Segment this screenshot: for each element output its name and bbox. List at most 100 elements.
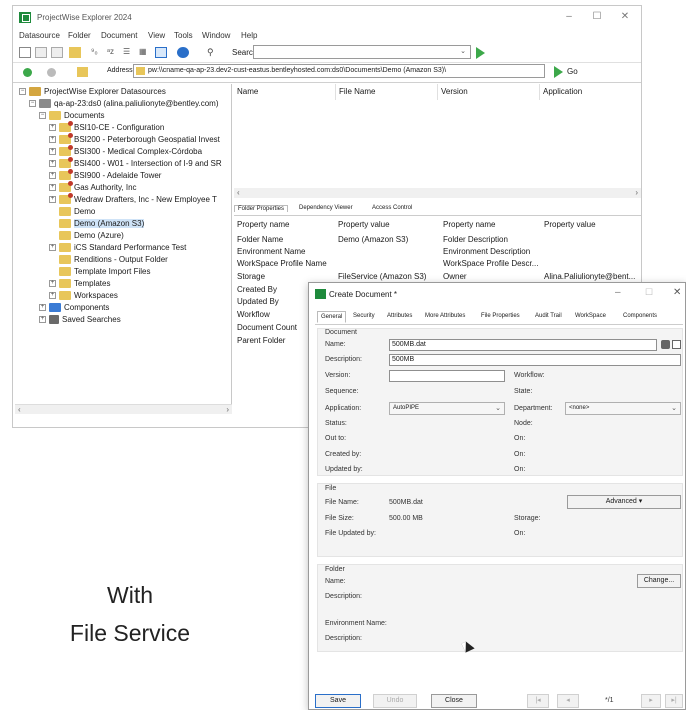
tab-workspace[interactable]: WorkSpace xyxy=(573,313,608,319)
tree-item[interactable]: + BSI400 - W01 - Intersection of I-9 and … xyxy=(49,157,222,170)
checkbox[interactable] xyxy=(672,340,681,349)
tree-item[interactable]: + BSI900 - Adelaide Tower xyxy=(49,169,161,182)
column-header-name[interactable]: Name xyxy=(234,84,336,100)
menu-document[interactable]: Document xyxy=(101,31,137,40)
description-input[interactable]: 500MB xyxy=(389,354,681,366)
tree-item[interactable]: Renditions - Output Folder xyxy=(59,254,168,266)
tree-item[interactable]: + Templates xyxy=(49,278,110,290)
version-input[interactable] xyxy=(389,370,505,382)
menu-folder[interactable]: Folder xyxy=(68,31,91,40)
scroll-left-icon[interactable]: ‹ xyxy=(237,188,240,197)
binoculars-icon[interactable]: ⚲ xyxy=(207,47,219,58)
column-header-version[interactable]: Version xyxy=(438,84,540,100)
new-icon[interactable] xyxy=(19,47,31,58)
go-arrow-icon[interactable] xyxy=(554,66,563,78)
tree-saved-searches[interactable]: + Saved Searches xyxy=(39,314,121,326)
tab-dependency-viewer[interactable]: Dependency Viewer xyxy=(296,205,356,211)
prop-value: Alina.Paliulionyte@bent... xyxy=(544,272,636,281)
department-select[interactable]: <none> ⌄ xyxy=(565,402,681,415)
tree-item[interactable]: + BSI200 - Peterborough Geospatial Invest xyxy=(49,133,220,146)
search-input[interactable]: ⌄ xyxy=(253,45,471,59)
menu-help[interactable]: Help xyxy=(241,31,257,40)
app-title: ProjectWise Explorer 2024 xyxy=(37,13,132,22)
menu-window[interactable]: Window xyxy=(202,31,230,40)
paste-icon[interactable] xyxy=(51,47,63,58)
chevron-down-icon[interactable]: ⌄ xyxy=(460,47,466,55)
tree-item[interactable]: + BSI300 - Medical Complex-Córdoba xyxy=(49,145,202,158)
tree-item[interactable]: Template Import Files xyxy=(59,266,150,278)
prop-value: FileService (Amazon S3) xyxy=(338,272,427,281)
minimize-icon[interactable]: – xyxy=(561,10,577,24)
scroll-left-icon[interactable]: ‹ xyxy=(18,405,21,414)
prop-header: Property name xyxy=(443,220,496,229)
folder-up-icon[interactable] xyxy=(77,67,88,77)
caret-down-icon: ▾ xyxy=(638,498,643,505)
prop-header: Property value xyxy=(544,220,596,229)
close-button[interactable]: Close xyxy=(431,694,477,708)
prop-name: Folder Description xyxy=(443,235,508,244)
tree-item[interactable]: Demo (Azure) xyxy=(59,230,124,242)
list-view-icon[interactable]: ☰ xyxy=(123,47,135,58)
column-header-file-name[interactable]: File Name xyxy=(336,84,438,100)
tab-access-control[interactable]: Access Control xyxy=(369,205,415,211)
name-input[interactable]: 500MB.dat xyxy=(389,339,657,351)
tab-general[interactable]: General xyxy=(317,311,347,323)
search-go-icon[interactable] xyxy=(476,47,485,59)
list-scrollbar[interactable]: ‹ › xyxy=(234,188,641,198)
forward-icon[interactable] xyxy=(47,68,56,77)
menu-view[interactable]: View xyxy=(148,31,165,40)
sort-icon[interactable]: ⁹₀ xyxy=(91,47,103,58)
tab-attributes[interactable]: Attributes xyxy=(385,313,414,319)
out-to-label: Out to: xyxy=(325,435,347,442)
close-icon[interactable]: ✕ xyxy=(673,287,681,298)
tab-folder-properties[interactable]: Folder Properties xyxy=(234,205,289,212)
tab-security[interactable]: Security xyxy=(351,313,377,319)
prop-name: Parent Folder xyxy=(237,336,286,345)
tree-item[interactable]: Demo xyxy=(59,206,95,218)
copy-icon[interactable] xyxy=(35,47,47,58)
details-view-icon[interactable]: ▦ xyxy=(139,47,151,58)
title-bar: ProjectWise Explorer 2024 – ☐ ✕ xyxy=(13,6,641,30)
scroll-right-icon[interactable]: › xyxy=(635,188,638,197)
tree-components[interactable]: + Components xyxy=(39,302,109,314)
tab-file-properties[interactable]: File Properties xyxy=(479,313,522,319)
tree-documents[interactable]: − Documents xyxy=(39,110,104,122)
change-button[interactable]: Change... xyxy=(637,574,681,588)
tree-item[interactable]: + Workspaces xyxy=(49,290,118,302)
column-header-application[interactable]: Application xyxy=(540,84,641,100)
save-button[interactable]: Save xyxy=(315,694,361,708)
folder-icon xyxy=(136,67,145,75)
tree-item[interactable]: + iCS Standard Performance Test xyxy=(49,242,186,254)
lock-icon[interactable] xyxy=(661,340,670,349)
tab-more-attributes[interactable]: More Attributes xyxy=(423,313,467,319)
application-value: AutoPIPE xyxy=(393,405,420,411)
tree-item[interactable]: + BSI10-CE - Configuration xyxy=(49,121,164,134)
folder-name-label: Name: xyxy=(325,578,346,585)
advanced-button[interactable]: Advanced ▾ xyxy=(567,495,681,509)
preview-pane-icon[interactable] xyxy=(155,47,167,58)
tab-components[interactable]: Components xyxy=(621,313,659,319)
close-icon[interactable]: ✕ xyxy=(617,10,633,24)
folder-description-label: Description: xyxy=(325,593,362,600)
address-input[interactable]: pw:\\cname-qa-ap-23.dev2-cust-eastus.ben… xyxy=(133,64,545,78)
tree-item[interactable]: + Gas Authority, Inc xyxy=(49,181,137,194)
on-label: On: xyxy=(514,530,526,537)
tree-root[interactable]: − ProjectWise Explorer Datasources xyxy=(19,86,166,98)
back-icon[interactable] xyxy=(23,68,32,77)
minimize-icon[interactable]: – xyxy=(615,287,621,298)
tab-audit-trail[interactable]: Audit Trail xyxy=(533,313,564,319)
tree-item[interactable]: + Wedraw Drafters, Inc - New Employee T xyxy=(49,193,217,206)
tree-scrollbar[interactable]: ‹ › xyxy=(15,404,232,414)
menu-datasource[interactable]: Datasource xyxy=(19,31,60,40)
scroll-right-icon[interactable]: › xyxy=(226,405,229,414)
menu-tools[interactable]: Tools xyxy=(174,31,193,40)
application-select[interactable]: AutoPIPE ⌄ xyxy=(389,402,505,415)
help-icon[interactable] xyxy=(177,47,189,58)
maximize-icon[interactable]: ☐ xyxy=(589,10,605,24)
tree-datasource[interactable]: − qa-ap-23:ds0 (alina.paliulionyte@bentle… xyxy=(29,98,219,110)
go-button[interactable]: Go xyxy=(567,67,578,76)
folder-icon[interactable] xyxy=(69,47,81,58)
pager-indicator: */1 xyxy=(605,697,614,704)
sort-alpha-icon[interactable]: ᵃz xyxy=(107,47,119,58)
tree-item-selected[interactable]: Demo (Amazon S3) xyxy=(59,218,145,230)
